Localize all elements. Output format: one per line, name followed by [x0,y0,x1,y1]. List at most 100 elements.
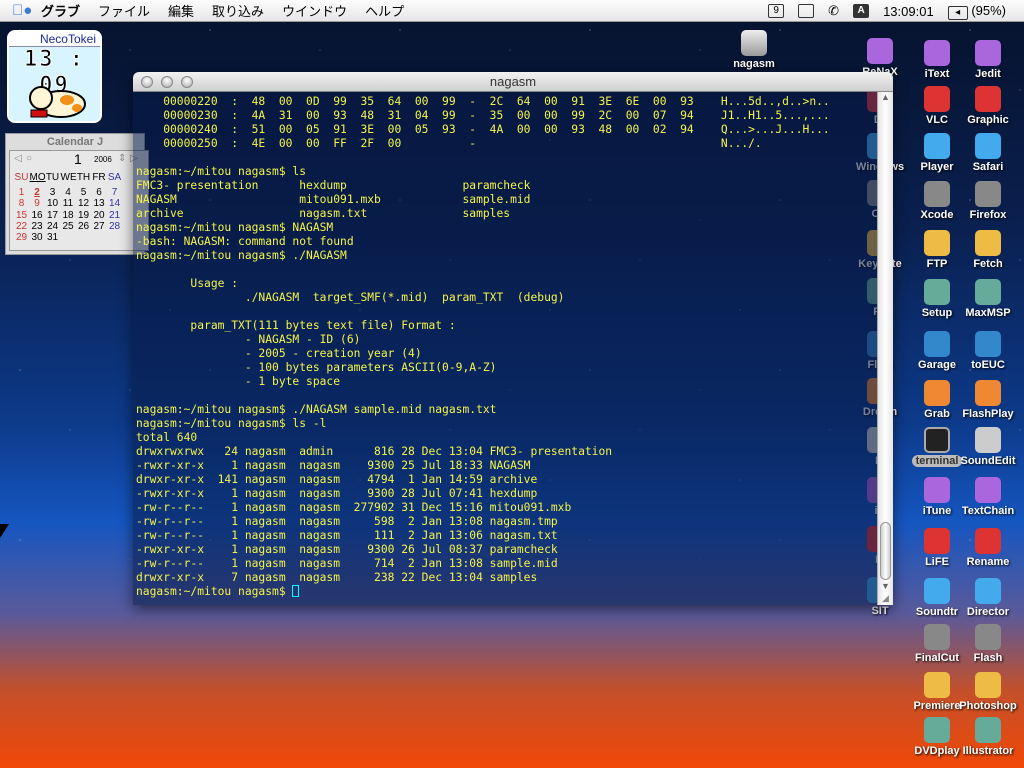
calendar-day[interactable]: 27 [92,221,107,232]
calendar-day[interactable]: 6 [92,187,107,198]
scrollbar[interactable]: ▲ ▼ ◢ [877,92,893,605]
calendar-day[interactable]: 20 [92,210,107,221]
apple-menu-icon[interactable]: ● [12,2,32,19]
desktop-icon-maxmsp[interactable]: MaxMSP [958,279,1018,319]
calendar-day[interactable]: 17 [45,210,60,221]
phone-icon[interactable]: ✆ [828,3,839,19]
renax-icon [867,38,893,64]
scroll-up-icon[interactable]: ▲ [878,92,893,106]
terminal-line: 00000250 : 4E 00 00 FF 2F 00 - N.../. [136,137,762,150]
calendar-day[interactable]: 21 [107,210,122,221]
minimize-button[interactable] [161,76,173,88]
script-menu-icon[interactable]: 9 [768,4,785,18]
display-icon[interactable] [798,4,815,18]
menu-bar: ● グラブファイル編集取り込みウインドウヘルプ 9 ✆ A 13:09:01 … [0,0,1024,22]
resize-grip-icon[interactable]: ◢ [878,593,893,605]
calendar-day[interactable]: 3 [45,187,60,198]
desktop-icon-safari[interactable]: Safari [958,133,1018,173]
calendar-day[interactable]: 28 [107,221,122,232]
calendar-day[interactable]: 29 [14,232,29,243]
calendar-day[interactable]: 24 [45,221,60,232]
menu-item-5[interactable]: ヘルプ [356,4,413,19]
terminal-window[interactable]: nagasm 00000220 : 48 00 0D 99 35 64 00 9… [133,72,893,605]
battery-status[interactable]: ◂ (95%) [947,3,1006,20]
close-button[interactable] [141,76,153,88]
calendar-day[interactable]: 13 [92,198,107,209]
icon-label: LiFE [925,556,949,568]
xcode-icon [924,181,950,207]
menu-item-3[interactable]: 取り込み [203,4,273,19]
status-area: 9 ✆ A 13:09:01 ◂ (95%) [768,0,1006,22]
menu-item-1[interactable]: ファイル [89,4,159,19]
menu-clock[interactable]: 13:09:01 [883,4,934,19]
desktop-icon-firefox[interactable]: Firefox [958,181,1018,221]
calendar-day[interactable]: 19 [76,210,91,221]
desktop-icon-jedit[interactable]: Jedit [958,40,1018,80]
calendar-day[interactable]: 18 [61,210,76,221]
necotokei-title: NecoTokei [9,32,100,47]
weekday-header: SU [14,172,29,183]
calendar-day[interactable]: 31 [45,232,60,243]
icon-label: Photoshop [959,700,1017,712]
calendar-day[interactable]: 4 [61,187,76,198]
desktop-icon-soundedit[interactable]: SoundEdit [958,427,1018,467]
desktop-icon-disk[interactable]: nagasm [724,30,784,70]
desktop-icon-flash[interactable]: Flash [958,624,1018,664]
terminal-line: -rw-r--r-- 1 nagasm nagasm 714 2 Jan 13:… [136,557,558,570]
calendar-day[interactable]: 14 [107,198,122,209]
itune-icon [924,477,950,503]
calendar-day[interactable]: 23 [30,221,45,232]
graphic-icon [975,86,1001,112]
previous-month-icon[interactable]: ◁ [14,153,22,164]
hard-disk-icon [741,30,767,56]
calendar-day[interactable]: 15 [14,210,29,221]
desktop-icon-flashplay[interactable]: FlashPlay [958,380,1018,420]
calendar-day[interactable]: 16 [30,210,45,221]
calendar-day[interactable]: 30 [30,232,45,243]
terminal-output[interactable]: 00000220 : 48 00 0D 99 35 64 00 99 - 2C … [133,92,877,605]
icon-label: Safari [972,161,1004,173]
calendar-day[interactable]: 11 [61,198,76,209]
calendar-day[interactable]: 22 [14,221,29,232]
menu-item-2[interactable]: 編集 [159,4,203,19]
calendar-day[interactable]: 1 [14,187,29,198]
calendar-day[interactable]: 26 [76,221,91,232]
calendar-day[interactable]: 2 [30,187,45,198]
calendar-day[interactable]: 8 [14,198,29,209]
terminal-line: drwxr-xr-x 7 nagasm nagasm 238 22 Dec 13… [136,571,538,584]
input-method-icon[interactable]: A [853,4,870,18]
scroll-thumb[interactable] [880,522,891,580]
icon-label: DVDplay [914,745,960,757]
desktop-icon-toeuc[interactable]: toEUC [958,331,1018,371]
terminal-line: nagasm:~/mitou nagasm$ ./NAGASM [136,249,347,262]
calendar-day[interactable]: 5 [76,187,91,198]
calendar-day[interactable]: 7 [107,187,122,198]
desktop-icon-textchain[interactable]: TextChain [958,477,1018,517]
desktop-icon-illustrator[interactable]: Illustrator [958,717,1018,757]
icon-label: Graphic [967,114,1009,126]
menu-item-0[interactable]: グラブ [32,4,89,19]
battery-icon: ◂ [947,5,968,20]
calendar-day[interactable]: 10 [45,198,60,209]
title-bar[interactable]: nagasm [133,72,893,92]
desktop-icon-fetch[interactable]: Fetch [958,230,1018,270]
weekday-header: TU [45,172,60,183]
calendar-day[interactable]: 25 [61,221,76,232]
calendar-day[interactable]: 9 [30,198,45,209]
calendar-day[interactable]: 12 [76,198,91,209]
year-stepper-icon[interactable]: ⇕ [118,153,126,164]
desktop-icon-photoshop[interactable]: Photoshop [958,672,1018,712]
necotokei-widget[interactable]: NecoTokei 13 : 09 [7,30,102,123]
today-icon[interactable]: ○ [26,153,32,164]
desktop-icon-graphic[interactable]: Graphic [958,86,1018,126]
desktop-icon-rename[interactable]: Rename [958,528,1018,568]
menu-item-4[interactable]: ウインドウ [273,4,356,19]
zoom-button[interactable] [181,76,193,88]
desktop-icon-director[interactable]: Director [958,578,1018,618]
textchain-icon [975,477,1001,503]
flashplay-icon [975,380,1001,406]
scroll-down-icon[interactable]: ▼ [878,581,893,591]
